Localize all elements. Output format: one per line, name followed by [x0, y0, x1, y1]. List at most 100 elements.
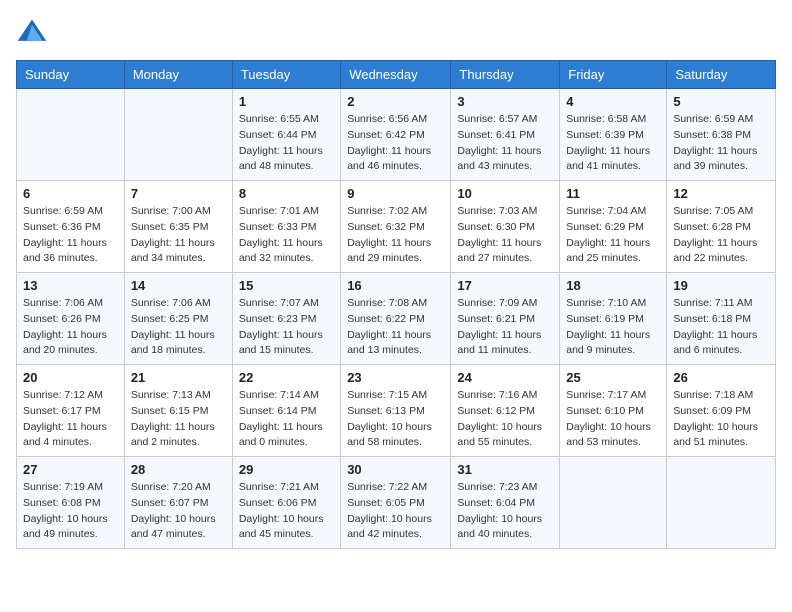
- weekday-header-monday: Monday: [124, 61, 232, 89]
- day-info: Sunrise: 7:09 AMSunset: 6:21 PMDaylight:…: [457, 296, 553, 359]
- day-number: 12: [673, 186, 769, 201]
- calendar-cell: 22Sunrise: 7:14 AMSunset: 6:14 PMDayligh…: [232, 365, 340, 457]
- calendar-cell: 31 Sunrise: 7:23 AMSunset: 6:04 PMDayligh…: [451, 457, 560, 549]
- calendar-table: SundayMondayTuesdayWednesdayThursdayFrid…: [16, 60, 776, 549]
- day-info: Sunrise: 7:11 AMSunset: 6:18 PMDaylight:…: [673, 296, 769, 359]
- calendar-cell: 12 Sunrise: 7:05 AMSunset: 6:28 PMDayligh…: [667, 181, 776, 273]
- calendar-cell: 27 Sunrise: 7:19 AMSunset: 6:08 PMDayligh…: [17, 457, 125, 549]
- day-info: Sunrise: 7:15 AMSunset: 6:13 PMDaylight:…: [347, 388, 444, 451]
- calendar-cell: 18Sunrise: 7:10 AMSunset: 6:19 PMDayligh…: [560, 273, 667, 365]
- weekday-header-tuesday: Tuesday: [232, 61, 340, 89]
- calendar-cell: 19 Sunrise: 7:11 AMSunset: 6:18 PMDayligh…: [667, 273, 776, 365]
- day-number: 29: [239, 462, 334, 477]
- calendar-week-row: 1 Sunrise: 6:55 AMSunset: 6:44 PMDaylight…: [17, 89, 776, 181]
- calendar-cell: 10 Sunrise: 7:03 AMSunset: 6:30 PMDayligh…: [451, 181, 560, 273]
- weekday-header-saturday: Saturday: [667, 61, 776, 89]
- weekday-header-row: SundayMondayTuesdayWednesdayThursdayFrid…: [17, 61, 776, 89]
- calendar-cell: 17 Sunrise: 7:09 AMSunset: 6:21 PMDayligh…: [451, 273, 560, 365]
- day-number: 11: [566, 186, 660, 201]
- day-info: Sunrise: 7:17 AMSunset: 6:10 PMDaylight:…: [566, 388, 660, 451]
- day-info: Sunrise: 7:06 AMSunset: 6:25 PMDaylight:…: [131, 296, 226, 359]
- day-info: Sunrise: 6:57 AMSunset: 6:41 PMDaylight:…: [457, 112, 553, 175]
- day-info: Sunrise: 6:58 AMSunset: 6:39 PMDaylight:…: [566, 112, 660, 175]
- logo-icon: [16, 16, 48, 48]
- calendar-cell: 8 Sunrise: 7:01 AMSunset: 6:33 PMDaylight…: [232, 181, 340, 273]
- calendar-cell: 25 Sunrise: 7:17 AMSunset: 6:10 PMDayligh…: [560, 365, 667, 457]
- day-info: Sunrise: 7:23 AMSunset: 6:04 PMDaylight:…: [457, 480, 553, 543]
- calendar-cell: 16 Sunrise: 7:08 AMSunset: 6:22 PMDayligh…: [341, 273, 451, 365]
- day-number: 14: [131, 278, 226, 293]
- calendar-cell: 20 Sunrise: 7:12 AMSunset: 6:17 PMDayligh…: [17, 365, 125, 457]
- day-number: 19: [673, 278, 769, 293]
- day-number: 20: [23, 370, 118, 385]
- calendar-cell: 15Sunrise: 7:07 AMSunset: 6:23 PMDayligh…: [232, 273, 340, 365]
- day-number: 9: [347, 186, 444, 201]
- calendar-cell: 14 Sunrise: 7:06 AMSunset: 6:25 PMDayligh…: [124, 273, 232, 365]
- day-info: Sunrise: 6:55 AMSunset: 6:44 PMDaylight:…: [239, 112, 334, 175]
- weekday-header-sunday: Sunday: [17, 61, 125, 89]
- day-info: Sunrise: 7:08 AMSunset: 6:22 PMDaylight:…: [347, 296, 444, 359]
- day-number: 22: [239, 370, 334, 385]
- day-info: Sunrise: 7:19 AMSunset: 6:08 PMDaylight:…: [23, 480, 118, 543]
- day-number: 27: [23, 462, 118, 477]
- calendar-cell: [560, 457, 667, 549]
- day-number: 23: [347, 370, 444, 385]
- day-number: 6: [23, 186, 118, 201]
- calendar-cell: [667, 457, 776, 549]
- day-number: 7: [131, 186, 226, 201]
- page-header: [16, 16, 776, 48]
- day-number: 4: [566, 94, 660, 109]
- day-number: 1: [239, 94, 334, 109]
- calendar-cell: 6 Sunrise: 6:59 AMSunset: 6:36 PMDaylight…: [17, 181, 125, 273]
- day-info: Sunrise: 7:07 AMSunset: 6:23 PMDaylight:…: [239, 296, 334, 359]
- day-info: Sunrise: 7:22 AMSunset: 6:05 PMDaylight:…: [347, 480, 444, 543]
- day-info: Sunrise: 7:20 AMSunset: 6:07 PMDaylight:…: [131, 480, 226, 543]
- calendar-cell: 5 Sunrise: 6:59 AMSunset: 6:38 PMDaylight…: [667, 89, 776, 181]
- calendar-cell: 26 Sunrise: 7:18 AMSunset: 6:09 PMDayligh…: [667, 365, 776, 457]
- calendar-cell: 3 Sunrise: 6:57 AMSunset: 6:41 PMDaylight…: [451, 89, 560, 181]
- day-number: 25: [566, 370, 660, 385]
- weekday-header-thursday: Thursday: [451, 61, 560, 89]
- calendar-week-row: 20 Sunrise: 7:12 AMSunset: 6:17 PMDayligh…: [17, 365, 776, 457]
- calendar-cell: 29 Sunrise: 7:21 AMSunset: 6:06 PMDayligh…: [232, 457, 340, 549]
- calendar-week-row: 6 Sunrise: 6:59 AMSunset: 6:36 PMDaylight…: [17, 181, 776, 273]
- day-info: Sunrise: 7:04 AMSunset: 6:29 PMDaylight:…: [566, 204, 660, 267]
- day-number: 26: [673, 370, 769, 385]
- day-info: Sunrise: 7:00 AMSunset: 6:35 PMDaylight:…: [131, 204, 226, 267]
- day-info: Sunrise: 7:01 AMSunset: 6:33 PMDaylight:…: [239, 204, 334, 267]
- day-info: Sunrise: 6:59 AMSunset: 6:36 PMDaylight:…: [23, 204, 118, 267]
- logo: [16, 16, 52, 48]
- day-number: 2: [347, 94, 444, 109]
- calendar-cell: 13 Sunrise: 7:06 AMSunset: 6:26 PMDayligh…: [17, 273, 125, 365]
- day-info: Sunrise: 7:06 AMSunset: 6:26 PMDaylight:…: [23, 296, 118, 359]
- weekday-header-friday: Friday: [560, 61, 667, 89]
- day-number: 16: [347, 278, 444, 293]
- day-info: Sunrise: 7:10 AMSunset: 6:19 PMDaylight:…: [566, 296, 660, 359]
- calendar-cell: 30Sunrise: 7:22 AMSunset: 6:05 PMDayligh…: [341, 457, 451, 549]
- calendar-cell: 7 Sunrise: 7:00 AMSunset: 6:35 PMDaylight…: [124, 181, 232, 273]
- calendar-cell: 4 Sunrise: 6:58 AMSunset: 6:39 PMDaylight…: [560, 89, 667, 181]
- day-info: Sunrise: 6:59 AMSunset: 6:38 PMDaylight:…: [673, 112, 769, 175]
- calendar-week-row: 27 Sunrise: 7:19 AMSunset: 6:08 PMDayligh…: [17, 457, 776, 549]
- day-info: Sunrise: 7:03 AMSunset: 6:30 PMDaylight:…: [457, 204, 553, 267]
- calendar-cell: [124, 89, 232, 181]
- day-number: 31: [457, 462, 553, 477]
- day-info: Sunrise: 7:02 AMSunset: 6:32 PMDaylight:…: [347, 204, 444, 267]
- day-info: Sunrise: 7:21 AMSunset: 6:06 PMDaylight:…: [239, 480, 334, 543]
- calendar-cell: 21Sunrise: 7:13 AMSunset: 6:15 PMDayligh…: [124, 365, 232, 457]
- day-info: Sunrise: 6:56 AMSunset: 6:42 PMDaylight:…: [347, 112, 444, 175]
- day-number: 3: [457, 94, 553, 109]
- day-number: 5: [673, 94, 769, 109]
- day-info: Sunrise: 7:16 AMSunset: 6:12 PMDaylight:…: [457, 388, 553, 451]
- day-number: 8: [239, 186, 334, 201]
- day-number: 17: [457, 278, 553, 293]
- day-number: 13: [23, 278, 118, 293]
- day-number: 10: [457, 186, 553, 201]
- day-info: Sunrise: 7:12 AMSunset: 6:17 PMDaylight:…: [23, 388, 118, 451]
- weekday-header-wednesday: Wednesday: [341, 61, 451, 89]
- calendar-cell: 23 Sunrise: 7:15 AMSunset: 6:13 PMDayligh…: [341, 365, 451, 457]
- calendar-cell: 28Sunrise: 7:20 AMSunset: 6:07 PMDayligh…: [124, 457, 232, 549]
- calendar-cell: 24Sunrise: 7:16 AMSunset: 6:12 PMDayligh…: [451, 365, 560, 457]
- day-info: Sunrise: 7:05 AMSunset: 6:28 PMDaylight:…: [673, 204, 769, 267]
- day-info: Sunrise: 7:18 AMSunset: 6:09 PMDaylight:…: [673, 388, 769, 451]
